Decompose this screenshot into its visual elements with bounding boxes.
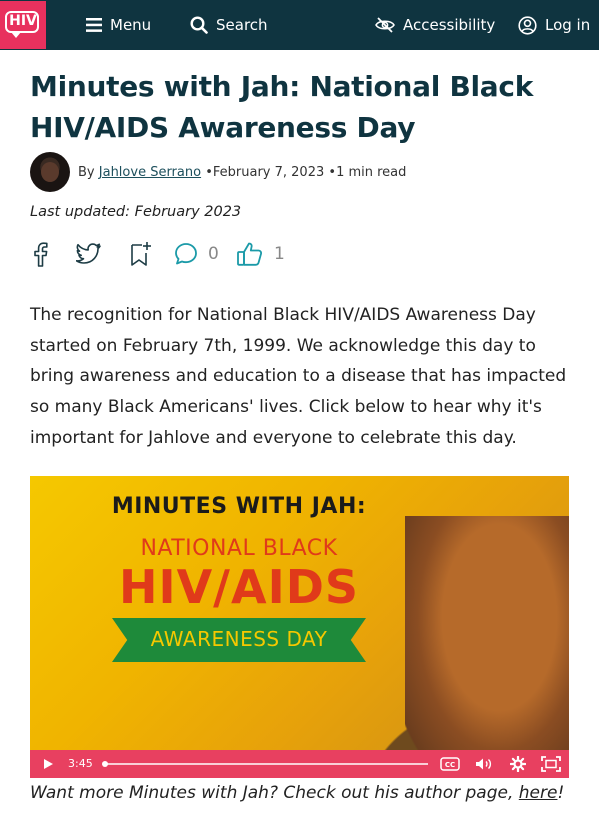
twitter-icon — [76, 243, 101, 264]
settings-gear-icon[interactable] — [510, 756, 526, 772]
author-avatar[interactable] — [30, 152, 70, 192]
eye-slash-icon — [375, 17, 395, 33]
hamburger-icon — [86, 18, 102, 32]
facebook-icon — [34, 242, 48, 267]
accessibility-button[interactable]: Accessibility — [375, 0, 495, 50]
login-label: Log in — [545, 16, 591, 34]
author-link[interactable]: Jahlove Serrano — [99, 165, 201, 180]
caption-text: Want more Minutes with Jah? Check out hi… — [30, 783, 519, 803]
top-nav: HIV Menu Search Accessibility Log in — [0, 0, 599, 50]
search-label: Search — [216, 16, 268, 34]
video-duration: 3:45 — [68, 757, 93, 770]
closed-captions-icon[interactable]: CC — [440, 757, 460, 771]
author-page-link[interactable]: here — [519, 783, 558, 803]
comments-button[interactable]: 0 — [174, 240, 219, 268]
logo-text: HIV — [9, 13, 37, 29]
last-updated: Last updated: February 2023 — [30, 204, 242, 220]
thumbs-up-icon — [237, 242, 263, 266]
search-button[interactable]: Search — [190, 0, 268, 50]
comment-count: 0 — [208, 244, 219, 264]
menu-button[interactable]: Menu — [86, 0, 151, 50]
video-title-line3: HIV/AIDS — [118, 560, 360, 614]
fullscreen-icon[interactable] — [541, 756, 561, 772]
login-button[interactable]: Log in — [518, 0, 590, 50]
search-icon — [190, 16, 208, 34]
video-caption: Want more Minutes with Jah? Check out hi… — [30, 783, 564, 803]
awareness-banner-text: AWARENESS DAY — [150, 627, 328, 651]
menu-label: Menu — [110, 16, 152, 34]
bookmark-button[interactable] — [130, 240, 152, 268]
user-circle-icon — [518, 15, 537, 35]
volume-icon[interactable] — [475, 757, 495, 771]
page-title: Minutes with Jah: National Black HIV/AID… — [30, 70, 534, 144]
video-progress-track[interactable] — [104, 763, 428, 765]
svg-text:CC: CC — [445, 761, 455, 769]
video-progress-handle[interactable] — [102, 761, 108, 767]
facebook-share-button[interactable] — [30, 240, 50, 268]
byline-by: By — [78, 165, 95, 180]
read-time: 1 min read — [336, 165, 407, 180]
comment-bubble-icon — [175, 243, 197, 265]
video-player[interactable]: MINUTES WITH JAH: NATIONAL BLACK HIV/AID… — [30, 476, 569, 778]
byline-separator: • — [328, 165, 337, 180]
video-title-line1: MINUTES WITH JAH: — [111, 494, 367, 519]
like-count: 1 — [274, 244, 285, 264]
accessibility-label: Accessibility — [403, 16, 496, 34]
bookmark-add-icon — [131, 242, 151, 266]
site-logo[interactable]: HIV — [0, 1, 46, 49]
twitter-share-button[interactable] — [76, 240, 102, 268]
byline: By Jahlove Serrano •February 7, 2023 •1 … — [78, 165, 406, 180]
play-icon[interactable] — [42, 758, 54, 770]
caption-end: ! — [557, 783, 565, 803]
byline-separator: • — [205, 165, 213, 180]
publish-date: February 7, 2023 — [212, 165, 325, 180]
like-button[interactable]: 1 — [236, 240, 285, 268]
article-body: The recognition for National Black HIV/A… — [30, 305, 567, 448]
video-title-line2: NATIONAL BLACK — [140, 536, 338, 561]
video-controls: 3:45 CC — [30, 750, 569, 778]
